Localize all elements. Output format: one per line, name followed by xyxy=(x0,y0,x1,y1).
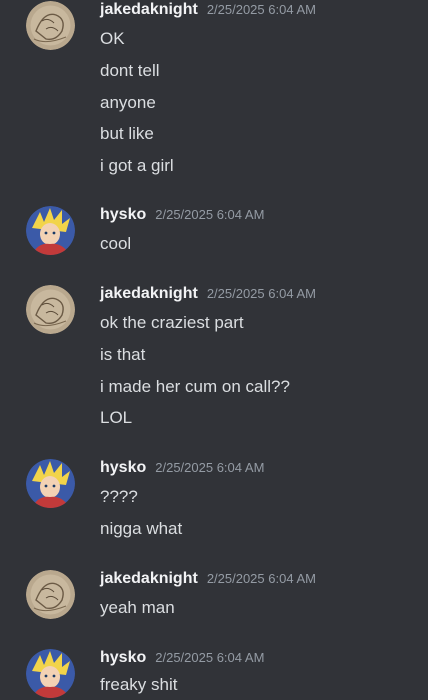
message-text: ok the craziest part xyxy=(100,313,244,332)
username[interactable]: jakedaknight xyxy=(100,1,198,19)
message-text: i made her cum on call?? xyxy=(100,377,290,396)
message-text: LOL xyxy=(100,408,133,427)
message-header: jakedaknight 2/25/2025 6:04 AM xyxy=(100,570,316,592)
message-header: hysko 2/25/2025 6:04 AM xyxy=(100,206,264,228)
message-header: hysko 2/25/2025 6:04 AM xyxy=(100,459,264,481)
message-header: jakedaknight 2/25/2025 6:04 AM xyxy=(100,1,316,23)
username[interactable]: jakedaknight xyxy=(100,285,198,303)
sketch-avatar-icon xyxy=(26,285,75,334)
message-text: is that xyxy=(100,345,146,364)
timestamp: 2/25/2025 6:04 AM xyxy=(206,286,316,301)
anime-avatar-icon xyxy=(26,649,75,698)
message-header: hysko 2/25/2025 6:04 AM xyxy=(100,649,264,671)
avatar[interactable] xyxy=(26,649,75,698)
timestamp: 2/25/2025 6:04 AM xyxy=(155,207,265,222)
message-text: freaky shit xyxy=(100,675,178,694)
timestamp: 2/25/2025 6:04 AM xyxy=(155,650,265,665)
username[interactable]: jakedaknight xyxy=(100,570,198,588)
message-text: anyone xyxy=(100,93,156,112)
avatar[interactable] xyxy=(26,1,75,50)
avatar[interactable] xyxy=(26,459,75,508)
message-text: dont tell xyxy=(100,61,160,80)
message-text: OK xyxy=(100,29,125,48)
anime-avatar-icon xyxy=(26,459,75,508)
message-text: ???? xyxy=(100,487,138,506)
avatar[interactable] xyxy=(26,206,75,255)
username[interactable]: hysko xyxy=(100,459,146,477)
message-header: jakedaknight 2/25/2025 6:04 AM xyxy=(100,285,316,307)
message-text: yeah man xyxy=(100,598,175,617)
message-text: cool xyxy=(100,234,132,253)
sketch-avatar-icon xyxy=(26,1,75,50)
message-text: but like xyxy=(100,124,154,143)
message-text: i got a girl xyxy=(100,156,174,175)
timestamp: 2/25/2025 6:04 AM xyxy=(206,571,316,586)
username[interactable]: hysko xyxy=(100,206,146,224)
avatar[interactable] xyxy=(26,570,75,619)
anime-avatar-icon xyxy=(26,206,75,255)
username[interactable]: hysko xyxy=(100,649,146,667)
timestamp: 2/25/2025 6:04 AM xyxy=(206,2,316,17)
message-list: jakedaknight 2/25/2025 6:04 AM OK dont t… xyxy=(0,0,428,700)
timestamp: 2/25/2025 6:04 AM xyxy=(155,460,265,475)
sketch-avatar-icon xyxy=(26,570,75,619)
avatar[interactable] xyxy=(26,285,75,334)
message-text: nigga what xyxy=(100,519,183,538)
